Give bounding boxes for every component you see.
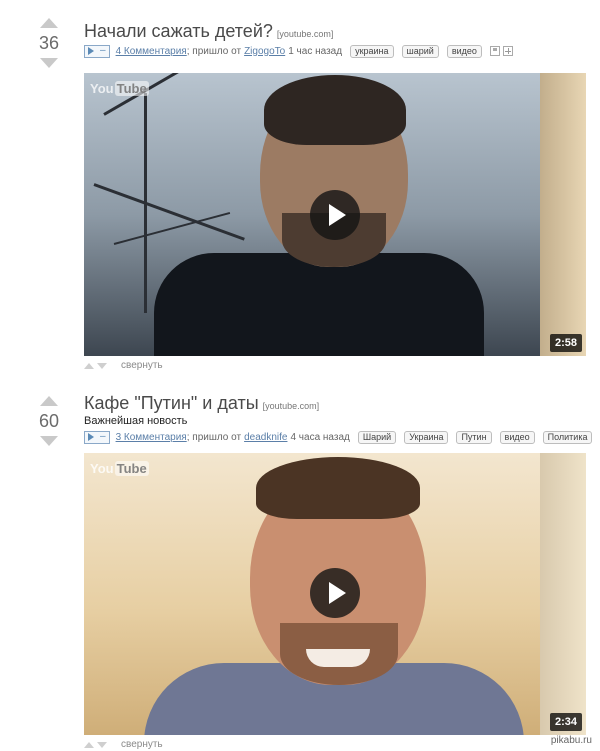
youtube-logo-tube: Tube xyxy=(114,81,149,96)
tag[interactable]: шарий xyxy=(401,44,439,58)
small-vote-up-icon[interactable] xyxy=(84,362,94,369)
post-source: [youtube.com] xyxy=(262,401,320,411)
post: 36 Начали сажать детей? [youtube.com] – 4… xyxy=(0,0,600,375)
play-button-icon[interactable] xyxy=(310,190,360,240)
branch xyxy=(93,183,245,241)
post-subtitle: Важнейшая новость xyxy=(84,415,188,427)
expand-toggle-button[interactable]: – xyxy=(84,430,110,444)
save-icon[interactable] xyxy=(489,46,500,56)
post-source: [youtube.com] xyxy=(276,29,334,39)
title-line: Начали сажать детей? [youtube.com] xyxy=(84,21,333,42)
video-duration: 2:58 xyxy=(549,334,582,352)
youtube-logo-you: You xyxy=(90,81,114,96)
post: 60 Кафе "Путин" и даты [youtube.com] Важн… xyxy=(0,378,600,751)
author-link[interactable]: ZigogoTo xyxy=(244,46,285,57)
branch xyxy=(144,93,147,313)
rating-value: 60 xyxy=(38,411,60,431)
play-button-icon[interactable] xyxy=(310,568,360,618)
tag[interactable]: видео xyxy=(499,430,535,444)
youtube-logo-tube: Tube xyxy=(114,461,149,476)
post-time: 4 часа назад xyxy=(290,431,350,443)
comments-link[interactable]: 3 Комментария xyxy=(116,432,187,443)
tag[interactable]: видео xyxy=(446,44,482,58)
play-icon xyxy=(88,433,94,441)
tag[interactable]: украина xyxy=(350,44,394,58)
tag[interactable]: Шарий xyxy=(357,430,397,444)
from-text: ; пришло от xyxy=(186,45,242,57)
youtube-logo: You Tube xyxy=(90,81,149,96)
small-vote-down-icon[interactable] xyxy=(97,362,107,369)
person-figure xyxy=(264,75,406,145)
play-icon xyxy=(88,47,94,55)
post-footer: свернуть xyxy=(84,360,163,371)
post-meta: – 3 Комментария ; пришло от deadknife 4 … xyxy=(84,429,600,445)
post-time: 1 час назад xyxy=(288,45,343,57)
tag[interactable]: Путин xyxy=(456,430,492,444)
from-text: ; пришло от xyxy=(186,431,242,443)
collapse-link[interactable]: свернуть xyxy=(121,739,163,750)
title-line: Кафе "Путин" и даты [youtube.com] xyxy=(84,393,319,414)
video-background xyxy=(540,453,586,735)
add-icon[interactable] xyxy=(502,46,513,56)
video-background xyxy=(540,73,586,356)
youtube-logo-you: You xyxy=(90,461,114,476)
tag[interactable]: Политика xyxy=(542,430,593,444)
youtube-logo: You Tube xyxy=(90,461,149,476)
vote-down-icon[interactable] xyxy=(40,58,58,68)
post-title[interactable]: Начали сажать детей? xyxy=(84,21,273,41)
post-title[interactable]: Кафе "Путин" и даты xyxy=(84,393,259,413)
vote-down-icon[interactable] xyxy=(40,436,58,446)
minus-icon: – xyxy=(100,45,106,56)
tag[interactable]: Украина xyxy=(404,430,449,444)
vote-up-icon[interactable] xyxy=(40,18,58,28)
post-meta: – 4 Комментария ; пришло от ZigogoTo 1 ч… xyxy=(84,43,516,59)
person-figure xyxy=(306,649,370,667)
person-figure xyxy=(256,457,420,519)
collapse-link[interactable]: свернуть xyxy=(121,360,163,371)
comments-link[interactable]: 4 Комментария xyxy=(116,46,187,57)
tag-list: Шарий Украина Путин видео Политика xyxy=(357,430,600,444)
person-figure xyxy=(154,253,484,356)
tag-list: украина шарий видео xyxy=(350,44,490,58)
minus-icon: – xyxy=(100,431,106,442)
small-vote-down-icon[interactable] xyxy=(97,741,107,748)
watermark: pikabu.ru xyxy=(550,735,592,746)
video-player[interactable]: You Tube 2:58 xyxy=(84,73,586,356)
rating-value: 36 xyxy=(38,33,60,53)
small-vote-up-icon[interactable] xyxy=(84,741,94,748)
video-duration: 2:34 xyxy=(549,713,582,731)
expand-toggle-button[interactable]: – xyxy=(84,44,110,58)
post-footer: свернуть xyxy=(84,739,163,750)
rating-block: 60 xyxy=(36,396,62,446)
author-link[interactable]: deadknife xyxy=(244,432,287,443)
video-player[interactable]: You Tube 2:34 xyxy=(84,453,586,735)
vote-up-icon[interactable] xyxy=(40,396,58,406)
rating-block: 36 xyxy=(36,18,62,68)
